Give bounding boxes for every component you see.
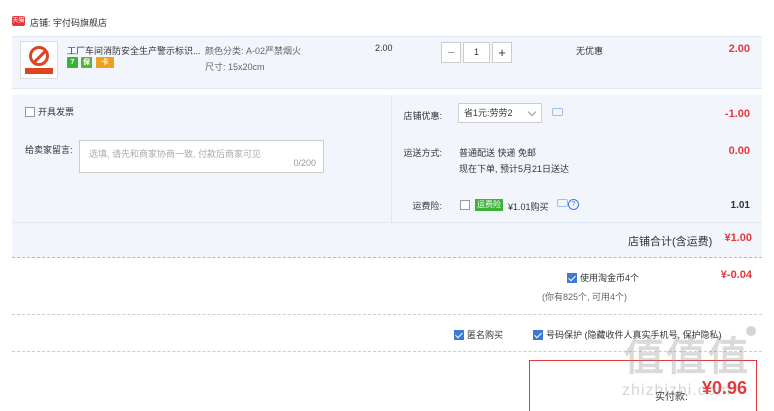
message-label: 给卖家留言:	[25, 145, 73, 155]
no-smoking-icon	[29, 46, 49, 66]
shipping-label: 运送方式:	[403, 148, 442, 158]
anonymous-option[interactable]: 匿名购买	[454, 328, 503, 341]
invoice-label: 开具发票	[38, 107, 75, 117]
shop-subtotal-label: 店铺合计(含运费)	[628, 236, 713, 248]
phone-protect-checkbox[interactable]	[533, 330, 543, 340]
quantity-input[interactable]: 1	[463, 42, 490, 63]
coin-option[interactable]: 使用淘金币4个	[567, 271, 639, 284]
insurance-checkbox[interactable]	[460, 200, 470, 210]
message-placeholder: 选填, 请先和商家协商一致, 付款后商家可见	[89, 149, 262, 159]
quantity-minus-button[interactable]: −	[441, 42, 461, 63]
shipping-method: 普通配送 快递 免邮	[459, 148, 537, 158]
insurance-option[interactable]	[460, 200, 473, 210]
coin-label: 使用淘金币4个	[580, 273, 640, 283]
message-char-count: 0/200	[293, 158, 316, 168]
coin-amount: ¥-0.04	[720, 269, 752, 281]
message-textarea[interactable]: 选填, 请先和商家协商一致, 付款后商家可见 0/200	[79, 140, 324, 173]
card-payment-icon: 卡	[96, 57, 114, 68]
shop-subtotal-value: ¥1.00	[724, 232, 752, 244]
product-title[interactable]: 工厂车间消防安全生产警示标识...	[67, 44, 201, 57]
quantity-plus-button[interactable]: +	[492, 42, 512, 63]
insurance-amount: 1.01	[730, 200, 750, 211]
coupon-amount: -1.00	[724, 108, 750, 120]
help-icon[interactable]: ?	[568, 199, 579, 210]
insurance-price: ¥1.01购买	[508, 202, 549, 212]
watermark-url: zhizhizhi.com	[622, 382, 732, 399]
guarantee-icon: 保	[81, 57, 92, 68]
sign-band	[25, 68, 53, 74]
product-thumbnail[interactable]	[20, 41, 58, 79]
watermark-eye-icon	[746, 326, 756, 336]
anonymous-checkbox[interactable]	[454, 330, 464, 340]
coupon-label: 店铺优惠:	[403, 111, 442, 121]
anonymous-label: 匿名购买	[467, 330, 504, 340]
seven-day-return-icon: 7	[67, 57, 78, 68]
invoice-checkbox[interactable]	[25, 107, 35, 117]
sku-color: 颜色分类: A-02严禁烟火	[205, 46, 302, 56]
shipping-amount: 0.00	[728, 145, 750, 157]
chat-icon[interactable]	[552, 108, 563, 116]
chevron-down-icon	[527, 107, 537, 117]
invoice-option[interactable]: 开具发票	[25, 105, 74, 118]
coupon-select[interactable]: 省1元:劳劳2	[458, 103, 542, 123]
coin-note: (你有825个, 可用4个)	[542, 292, 628, 302]
shipping-eta: 现在下单, 预计5月21日送达	[459, 164, 570, 174]
subtotal-divider	[12, 222, 762, 223]
watermark-logo: 值值值	[624, 335, 750, 379]
tmall-logo-icon: 天猫	[12, 16, 25, 26]
insurance-badge: 运费险	[475, 199, 503, 211]
coin-checkbox[interactable]	[567, 273, 577, 283]
insurance-chat-icon[interactable]	[557, 199, 568, 207]
coupon-selected-value: 省1元:劳劳2	[464, 108, 513, 118]
quantity-stepper: − 1 +	[441, 42, 513, 63]
unit-price: 2.00	[375, 43, 393, 53]
shop-name[interactable]: 店铺: 宇付码旗舰店	[30, 16, 107, 29]
insurance-label: 运费险:	[412, 201, 442, 211]
item-line-total: 2.00	[728, 43, 750, 55]
sku-size: 尺寸: 15x20cm	[205, 62, 265, 72]
item-discount: 无优惠	[576, 46, 604, 56]
divider	[12, 314, 762, 315]
